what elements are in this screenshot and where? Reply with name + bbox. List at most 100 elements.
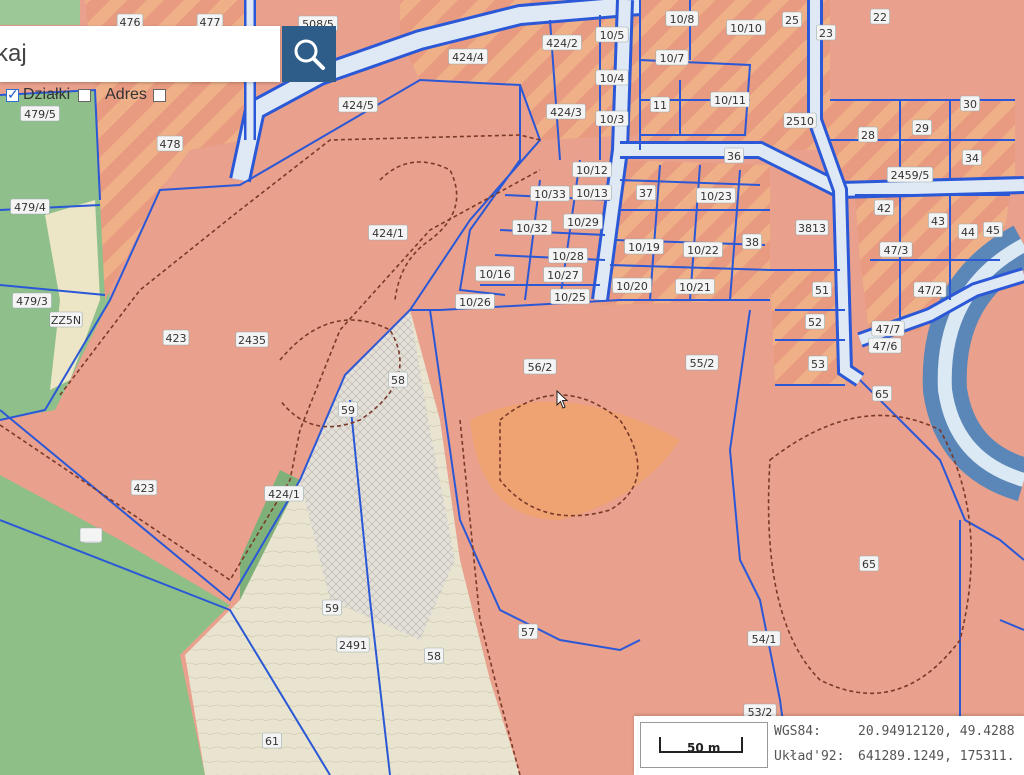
parcel-label-text: 58 <box>427 650 441 663</box>
parcel-label-text: 3813 <box>798 222 826 235</box>
coord-wgs84: WGS84: 20.94912120, 49.4288 <box>774 724 1015 739</box>
parcel-label-text: 479/5 <box>24 108 56 121</box>
parcel-label-text: 23 <box>819 27 833 40</box>
parcel-label: 10/16 <box>475 265 515 282</box>
parcel-label-text: 423 <box>134 482 155 495</box>
parcel-label: 54/1 <box>747 630 781 647</box>
coord-puwg92-key: Układ'92: <box>774 749 845 764</box>
parcel-label-text: 2491 <box>339 639 367 652</box>
parcel-label: 23 <box>816 24 836 41</box>
parcel-label-text: 55/2 <box>690 357 715 370</box>
parcel-label-text: 30 <box>963 98 977 111</box>
parcel-label: 10/23 <box>696 187 736 204</box>
parcel-label-text: 10/10 <box>730 22 762 35</box>
parcel-label: 10/4 <box>595 69 629 86</box>
parcel-label-text: 10/22 <box>687 244 719 257</box>
parcel-label: 10/21 <box>675 278 715 295</box>
search-button[interactable] <box>282 26 336 82</box>
parcel-label-text: 10/11 <box>714 94 746 107</box>
parcel-label-text: 479/3 <box>16 295 48 308</box>
parcel-label: 58 <box>424 647 444 664</box>
scale-coordinates-panel: 50 m WGS84: 20.94912120, 49.4288 Układ'92… <box>634 716 1024 775</box>
filter-dzialki[interactable]: Działki <box>6 86 70 104</box>
parcel-label: 10/10 <box>726 19 766 36</box>
parcel-label: 28 <box>858 126 878 143</box>
parcel-label: 10/33 <box>530 185 570 202</box>
parcel-label: 2435 <box>235 331 269 348</box>
parcel-label-text: 51 <box>815 284 829 297</box>
parcel-label: 30 <box>960 95 980 112</box>
coord-puwg92: Układ'92: 641289.1249, 175311. <box>774 749 1015 764</box>
parcel-label: 51 <box>812 281 832 298</box>
parcel-label-text: 10/23 <box>700 190 732 203</box>
parcel-label: 10/32 <box>512 219 552 236</box>
parcel-label-text: 38 <box>745 236 759 249</box>
parcel-label: 10/29 <box>563 213 603 230</box>
mouse-cursor-icon <box>556 390 569 409</box>
parcel-label: 424/1 <box>264 485 304 502</box>
checkbox-adres-left[interactable] <box>78 88 92 102</box>
parcel-label: 10/22 <box>683 241 723 258</box>
search-input[interactable] <box>0 26 270 82</box>
filter-adres[interactable]: Adres <box>78 86 170 104</box>
parcel-label-text: 10/7 <box>660 52 685 65</box>
parcel-label: 22 <box>870 8 890 25</box>
parcel-label: 47/3 <box>879 241 913 258</box>
parcel-label: 34 <box>962 149 982 166</box>
parcel-label-text: 42 <box>877 202 891 215</box>
parcel-label-text: 47/2 <box>918 284 943 297</box>
parcel-label-text: 37 <box>639 187 653 200</box>
parcel-label-text: 479/4 <box>14 201 46 214</box>
parcel-label: 479/3 <box>12 292 52 309</box>
parcel-label-text: 47/3 <box>884 244 909 257</box>
parcel-label-text: 56/2 <box>528 361 553 374</box>
parcel-label-text: 57 <box>521 626 535 639</box>
parcel-label-text: 2459/5 <box>891 169 930 182</box>
parcel-label-text: 10/33 <box>534 188 566 201</box>
parcel-label: 43 <box>928 212 948 229</box>
parcel-label: 424/3 <box>546 103 586 120</box>
parcel-label-text: 28 <box>861 129 875 142</box>
checkbox-dzialki[interactable] <box>6 86 19 103</box>
parcel-label: 25 <box>782 11 802 28</box>
parcel-label: 424/5 <box>338 96 378 113</box>
parcel-label: 10/27 <box>543 266 583 283</box>
coord-wgs84-value: 20.94912120, 49.4288 <box>858 724 1015 739</box>
parcel-label-text: 10/26 <box>459 296 491 309</box>
parcel-label-text: 10/3 <box>600 113 625 126</box>
parcel-label: 37 <box>636 184 656 201</box>
parcel-label-text: 424/1 <box>268 488 300 501</box>
parcel-label-text: 10/4 <box>600 72 625 85</box>
coord-puwg92-value: 641289.1249, 175311. <box>858 749 1015 764</box>
search-box <box>0 26 280 82</box>
search-icon <box>294 39 325 70</box>
parcel-label-text: 10/27 <box>547 269 579 282</box>
parcel-label-text: 22 <box>873 11 887 24</box>
parcel-label-text: 10/12 <box>576 164 608 177</box>
parcel-label: 3813 <box>795 219 829 236</box>
parcel-label: 2459/5 <box>886 166 934 183</box>
parcel-label-text: 44 <box>961 226 975 239</box>
parcel-label-text: 424/1 <box>372 227 404 240</box>
parcel-label: 65 <box>859 555 879 572</box>
parcel-label: 29 <box>912 119 932 136</box>
map-canvas[interactable]: 479/5478479/4479/3ZZ5N477476424/5424/442… <box>0 0 1024 775</box>
parcel-label-text: 47/7 <box>876 323 901 336</box>
parcel-label: 45 <box>983 221 1003 238</box>
parcel-label-text: 54/1 <box>752 633 777 646</box>
parcel-label: 478 <box>156 135 184 152</box>
parcel-label: 10/20 <box>612 277 652 294</box>
parcel-label: 47/7 <box>871 320 905 337</box>
road-label-8 <box>79 527 103 543</box>
parcel-label-text: ZZ5N <box>51 314 81 327</box>
parcel-label: 10/12 <box>572 161 612 178</box>
parcel-label-text: 10/25 <box>554 291 586 304</box>
parcel-label-text: 10/13 <box>576 187 608 200</box>
parcel-label-text: 2510 <box>786 115 814 128</box>
parcel-label: 424/4 <box>448 48 488 65</box>
checkbox-adres[interactable] <box>152 88 166 102</box>
parcel-label-text: 424/3 <box>550 106 582 119</box>
parcel-label: 2510 <box>783 112 817 129</box>
parcel-label-text: 10/21 <box>679 281 711 294</box>
parcel-label-text: 65 <box>862 558 876 571</box>
